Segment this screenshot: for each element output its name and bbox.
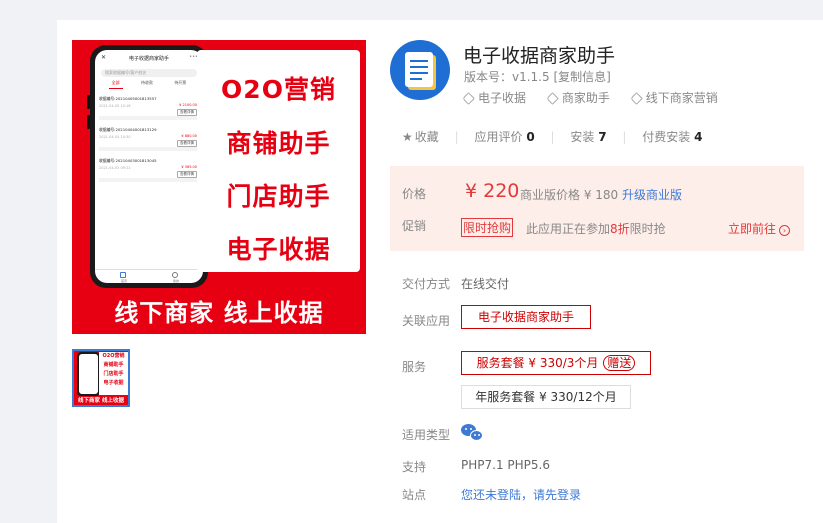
price: ¥ 220 xyxy=(465,180,520,202)
tag[interactable]: 线下商家营销 xyxy=(629,91,727,105)
app-icon xyxy=(390,40,450,100)
paid-install-stat: 付费安装 4 xyxy=(642,130,703,144)
slogan: 商铺助手 xyxy=(226,129,331,158)
support-label: 支持 xyxy=(402,460,427,474)
slogan-panel: O2O营销 商铺助手 门店助手 电子收据 xyxy=(197,50,360,272)
app-stats: ★ 收藏 | 应用评价 0 | 安装 7 | 付费安装 4 xyxy=(402,130,703,144)
delivery-value: 在线交付 xyxy=(461,277,510,291)
promo-label: 促销 xyxy=(402,219,427,233)
business-price: 商业版价格 ¥ 180 升级商业版 xyxy=(520,188,683,202)
tag-icon xyxy=(462,92,475,105)
wechat-icon xyxy=(461,424,485,442)
app-version[interactable]: 版本号：v1.1.5 [复制信息] xyxy=(464,68,611,85)
slogan: 门店助手 xyxy=(226,182,331,211)
install-stat: 安装 7 xyxy=(570,130,607,144)
tag[interactable]: 商家助手 xyxy=(545,91,619,105)
related-app-link[interactable]: 电子收据商家助手 xyxy=(461,305,591,329)
support-value: PHP7.1 PHP5.6 xyxy=(461,458,550,472)
promo-description: 此应用正在参加8折限时抢 xyxy=(526,222,666,236)
slogan: O2O营销 xyxy=(221,75,336,104)
image-bottom-text: 线下商家 线上收据 xyxy=(114,299,324,327)
product-main-image[interactable]: ✕ 电子收据商家助手 ••• 搜索收据编号/客户姓名 全部 待收款 待开票 收据… xyxy=(72,40,366,334)
tag-icon xyxy=(629,92,643,105)
tag[interactable]: 电子收据 xyxy=(462,91,535,105)
phone-mockup: ✕ 电子收据商家助手 ••• 搜索收据编号/客户姓名 全部 待收款 待开票 收据… xyxy=(87,45,211,288)
price-label: 价格 xyxy=(402,187,427,201)
slogan: 电子收据 xyxy=(226,235,331,264)
service-option[interactable]: 年服务套餐 ¥ 330/12个月 xyxy=(461,385,631,409)
service-label: 服务 xyxy=(402,360,427,374)
review-stat[interactable]: 应用评价 0 xyxy=(474,130,534,144)
product-thumbnail[interactable]: O2O营销 商铺助手 门店助手 电子收据 线下商家 线上收据 xyxy=(72,349,130,407)
upgrade-link[interactable]: 升级商业版 xyxy=(622,188,682,202)
site-label: 站点 xyxy=(402,488,427,502)
flash-sale-badge: 限时抢购 xyxy=(461,218,514,237)
star-icon: ★ xyxy=(402,130,413,144)
platform-label: 适用类型 xyxy=(402,428,451,442)
delivery-label: 交付方式 xyxy=(402,277,451,291)
gift-badge: 赠送 xyxy=(603,355,636,371)
app-title: 电子收据商家助手 xyxy=(463,45,616,67)
app-tags: 电子收据 商家助手 线下商家营销 xyxy=(462,89,736,106)
login-link[interactable]: 您还未登陆，请先登录 xyxy=(461,486,581,503)
favorite-button[interactable]: ★ 收藏 xyxy=(402,130,439,144)
arrow-circle-icon: › xyxy=(779,225,791,236)
go-now-link[interactable]: 立即前往 › xyxy=(728,220,791,237)
related-label: 关联应用 xyxy=(402,314,451,328)
tag-icon xyxy=(545,92,559,105)
service-option-selected[interactable]: 服务套餐 ¥ 330/3个月 赠送 xyxy=(461,351,651,375)
price-box: 价格 ¥ 220 商业版价格 ¥ 180 升级商业版 促销 限时抢购 此应用正在… xyxy=(390,166,804,251)
